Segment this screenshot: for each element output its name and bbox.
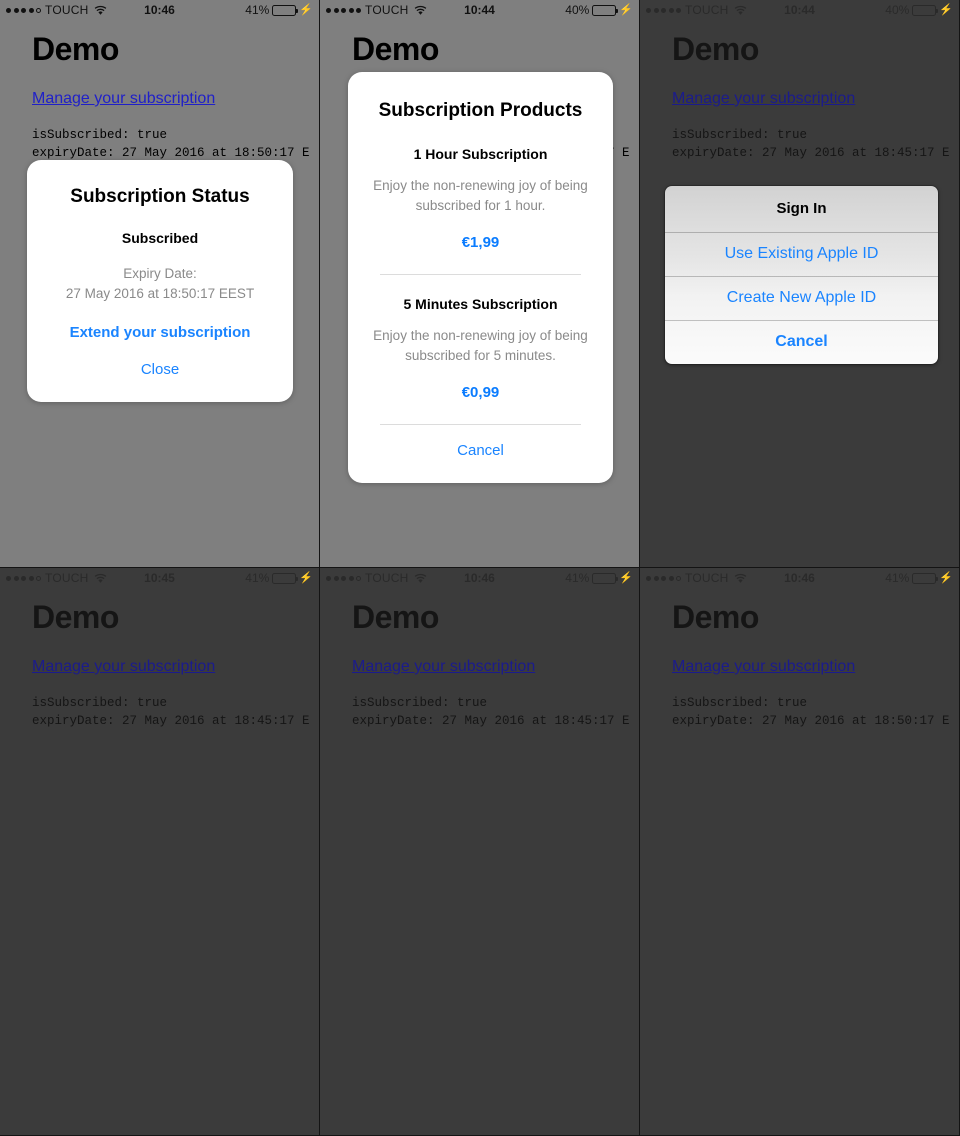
is-subscribed-line: isSubscribed: true	[672, 128, 808, 142]
battery-icon	[912, 572, 939, 584]
expiry-date-label: Expiry Date:	[123, 266, 197, 281]
cancel-button[interactable]: Cancel	[362, 442, 599, 459]
divider	[380, 424, 581, 426]
close-button[interactable]: Close	[43, 361, 277, 378]
debug-output: isSubscribed: true expiryDate: 27 May 20…	[32, 126, 310, 162]
manage-subscription-link[interactable]: Manage your subscription	[672, 90, 855, 108]
charging-bolt-icon: ⚡	[619, 571, 633, 584]
charging-bolt-icon: ⚡	[939, 571, 953, 584]
use-existing-apple-id-button[interactable]: Use Existing Apple ID	[665, 233, 938, 276]
status-bar: TOUCH 10:46 41% ⚡	[320, 568, 639, 588]
expiry-date-line: expiryDate: 27 May 2016 at 18:50:17 E	[672, 714, 950, 729]
dialog-title: Subscription Products	[378, 100, 583, 121]
battery-percent-label: 40%	[565, 3, 590, 17]
expiry-date-value: 27 May 2016 at 18:50:17 EEST	[65, 285, 255, 301]
alert-title: Sign In	[776, 200, 827, 217]
debug-output: isSubscribed: true expiryDate: 27 May 20…	[672, 126, 950, 162]
page-title: Demo	[352, 599, 439, 635]
charging-bolt-icon: ⚡	[619, 3, 633, 16]
status-bar-right: 41% ⚡	[565, 571, 633, 585]
panel-subscription-status: TOUCH 10:46 41% ⚡ Demo Manage your subsc…	[0, 0, 320, 568]
battery-percent-label: 41%	[245, 3, 270, 17]
battery-icon	[592, 572, 619, 584]
status-bar: TOUCH 10:46 41% ⚡	[640, 568, 959, 588]
battery-icon	[592, 4, 619, 16]
product-name: 1 Hour Subscription	[413, 146, 548, 162]
status-bar: TOUCH 10:44 40% ⚡	[320, 0, 639, 20]
debug-output: isSubscribed: true expiryDate: 27 May 20…	[352, 694, 630, 730]
page-content: Demo Manage your subscription isSubscrib…	[640, 588, 959, 730]
charging-bolt-icon: ⚡	[299, 571, 313, 584]
divider	[380, 274, 581, 276]
panel-subscription-products: TOUCH 10:44 40% ⚡ Demo Manage your subsc…	[320, 0, 640, 568]
status-bar: TOUCH 10:46 41% ⚡	[0, 0, 319, 20]
manage-subscription-link[interactable]: Manage your subscription	[672, 658, 855, 676]
page-title: Demo	[32, 31, 119, 67]
charging-bolt-icon: ⚡	[939, 3, 953, 16]
product-name: 5 Minutes Subscription	[403, 296, 558, 313]
battery-percent-label: 41%	[885, 571, 910, 585]
battery-icon	[912, 4, 939, 16]
battery-percent-label: 40%	[885, 3, 910, 17]
product-description: Enjoy the non-renewing joy of being subs…	[373, 178, 588, 213]
panel-thank-you: TOUCH 10:46 41% ⚡ Demo Manage your subsc…	[640, 568, 960, 1136]
manage-subscription-link[interactable]: Manage your subscription	[352, 658, 535, 676]
debug-output: isSubscribed: true expiryDate: 27 May 20…	[32, 694, 310, 730]
page-content: Demo Manage your subscription isSubscrib…	[320, 588, 639, 730]
subscription-status-dialog: Subscription Status Subscribed Expiry Da…	[27, 160, 293, 403]
product-item[interactable]: 5 Minutes Subscription Enjoy the non-ren…	[362, 296, 599, 401]
subscription-products-dialog: Subscription Products 1 Hour Subscriptio…	[348, 72, 613, 484]
sign-in-alert: Sign In Use Existing Apple ID Create New…	[665, 186, 938, 364]
status-bar-right: 40% ⚡	[885, 3, 953, 17]
product-price: €0,99	[461, 384, 500, 402]
panel-confirm-purchase: TOUCH 10:45 41% ⚡ Demo Manage your subsc…	[0, 568, 320, 1136]
is-subscribed-line: isSubscribed: true	[32, 128, 168, 142]
manage-subscription-link[interactable]: Manage your subscription	[32, 90, 215, 108]
is-subscribed-line: isSubscribed: true	[672, 696, 808, 710]
panel-sign-in: TOUCH 10:44 40% ⚡ Demo Manage your subsc…	[640, 0, 960, 568]
charging-bolt-icon: ⚡	[299, 3, 313, 16]
page-content: Demo Manage your subscription isSubscrib…	[0, 588, 319, 730]
page-title: Demo	[672, 31, 759, 67]
status-bar: TOUCH 10:44 40% ⚡	[640, 0, 959, 20]
dialog-title: Subscription Status	[70, 186, 250, 207]
battery-percent-label: 41%	[245, 571, 270, 585]
screenshot-grid: TOUCH 10:46 41% ⚡ Demo Manage your subsc…	[0, 0, 960, 1136]
subscription-state-label: Subscribed	[121, 230, 199, 246]
expiry-date-line: expiryDate: 27 May 2016 at 18:45:17 E	[32, 714, 310, 729]
panel-already-purchased: TOUCH 10:46 41% ⚡ Demo Manage your subsc…	[320, 568, 640, 1136]
product-item[interactable]: 1 Hour Subscription Enjoy the non-renewi…	[362, 146, 599, 251]
page-title: Demo	[352, 31, 439, 67]
page-content: Demo Manage your subscription isSubscrib…	[640, 20, 959, 162]
expiry-date-line: expiryDate: 27 May 2016 at 18:45:17 E	[352, 714, 630, 729]
page-title: Demo	[672, 599, 759, 635]
debug-output: isSubscribed: true expiryDate: 27 May 20…	[672, 694, 950, 730]
status-bar-right: 41% ⚡	[245, 571, 313, 585]
create-new-apple-id-button[interactable]: Create New Apple ID	[665, 277, 938, 320]
battery-percent-label: 41%	[565, 571, 590, 585]
page-title: Demo	[32, 599, 119, 635]
is-subscribed-line: isSubscribed: true	[352, 696, 488, 710]
battery-icon	[272, 572, 299, 584]
expiry-date-line: expiryDate: 27 May 2016 at 18:45:17 E	[672, 146, 950, 161]
is-subscribed-line: isSubscribed: true	[32, 696, 168, 710]
status-bar-right: 41% ⚡	[885, 571, 953, 585]
product-price: €1,99	[461, 234, 500, 252]
battery-icon	[272, 4, 299, 16]
status-bar: TOUCH 10:45 41% ⚡	[0, 568, 319, 588]
status-bar-right: 40% ⚡	[565, 3, 633, 17]
page-content: Demo Manage your subscription isSubscrib…	[0, 20, 319, 162]
extend-subscription-button[interactable]: Extend your subscription	[43, 324, 277, 341]
status-bar-right: 41% ⚡	[245, 3, 313, 17]
product-description: Enjoy the non-renewing joy of being subs…	[373, 328, 588, 363]
manage-subscription-link[interactable]: Manage your subscription	[32, 658, 215, 676]
cancel-button[interactable]: Cancel	[665, 321, 938, 364]
